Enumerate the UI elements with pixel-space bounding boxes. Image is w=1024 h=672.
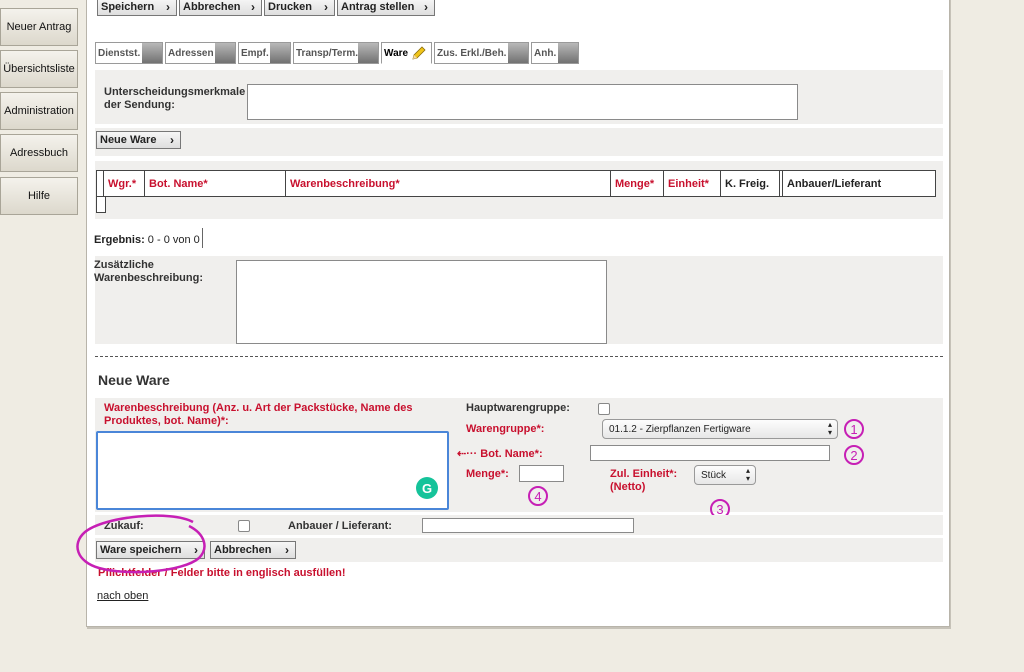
tab-label: Zus. Erkl./Beh. xyxy=(437,47,507,59)
submit-application-button[interactable]: Antrag stellen › xyxy=(337,0,435,16)
result-label: Ergebnis: xyxy=(94,234,145,246)
submit-application-button-label: Antrag stellen xyxy=(341,1,415,13)
chevron-right-icon: › xyxy=(170,133,174,147)
grower-input[interactable] xyxy=(422,518,634,533)
main-group-checkbox[interactable] xyxy=(598,403,610,415)
annotation-ellipse xyxy=(76,514,206,574)
sidebar-item-help[interactable]: Hilfe xyxy=(0,177,78,215)
tab-label: Dienstst. xyxy=(98,47,141,59)
col-header-wgr: Wgr.* xyxy=(103,170,145,197)
cancel-item-button[interactable]: Abbrechen › xyxy=(210,541,296,559)
chevron-right-icon: › xyxy=(324,0,328,14)
annotation-circle-4: 4 xyxy=(528,486,548,506)
chevron-right-icon: › xyxy=(285,543,289,557)
grower-label: Anbauer / Lieferant: xyxy=(288,520,392,532)
tab-status-indicator xyxy=(358,43,378,63)
tab-label: Transp/Term. xyxy=(296,47,359,59)
annotation-circle-2: 2 xyxy=(844,445,864,465)
unit-label: Zul. Einheit*: xyxy=(610,468,678,480)
pencil-icon xyxy=(412,46,426,60)
save-button-label: Speichern xyxy=(101,1,155,13)
col-header-grower: Anbauer/Lieferant xyxy=(782,170,936,197)
group-label: Warengruppe*: xyxy=(466,423,545,435)
grammarly-icon[interactable]: G xyxy=(416,477,438,499)
bot-name-input[interactable] xyxy=(590,445,830,461)
extra-description-label: Zusätzliche Warenbeschreibung: xyxy=(94,259,203,284)
updown-arrows-icon: ▴ ▾ xyxy=(745,466,750,483)
extra-description-input[interactable] xyxy=(236,260,607,344)
tab-anh[interactable]: Anh. xyxy=(531,42,579,64)
section-divider xyxy=(95,356,943,357)
col-header-bot-name: Bot. Name* xyxy=(144,170,286,197)
col-header-unit: Einheit* xyxy=(663,170,721,197)
grammarly-icon-glyph: G xyxy=(421,480,433,496)
bot-name-row: ⇠··· Bot. Name*: xyxy=(457,447,543,460)
cancel-button[interactable]: Abbrechen › xyxy=(179,0,262,16)
bot-name-label: Bot. Name*: xyxy=(480,448,543,460)
tab-status-indicator xyxy=(142,43,162,63)
shipment-features-input[interactable] xyxy=(247,84,798,120)
form-heading: Neue Ware xyxy=(98,372,170,388)
tab-label: Empf. xyxy=(241,47,269,59)
item-description-label: Warenbeschreibung (Anz. u. Art der Packs… xyxy=(104,402,413,427)
tab-dienststelle[interactable]: Dienstst. xyxy=(95,42,163,64)
tab-ware[interactable]: Ware xyxy=(381,42,432,64)
unit-select-value: Stück xyxy=(701,469,727,481)
quantity-label: Menge*: xyxy=(466,468,509,480)
shipment-features-label: Unterscheidungsmerkmale der Sendung: xyxy=(104,86,246,111)
group-select-value: 01.1.2 - Zierpflanzen Fertigware xyxy=(609,423,751,435)
new-item-button[interactable]: Neue Ware › xyxy=(96,131,181,149)
table-row-stub xyxy=(96,197,106,213)
save-button[interactable]: Speichern › xyxy=(97,0,177,16)
unit-sublabel: (Netto) xyxy=(610,481,646,493)
tab-label: Adressen xyxy=(168,47,214,59)
purchase-checkbox[interactable] xyxy=(238,520,250,532)
tab-zus-erkl-beh[interactable]: Zus. Erkl./Beh. xyxy=(434,42,529,64)
result-value: 0 - 0 von 0 xyxy=(147,234,200,246)
item-description-input[interactable]: G xyxy=(96,431,449,510)
cancel-button-label: Abbrechen xyxy=(183,1,241,13)
tab-status-indicator xyxy=(270,43,290,63)
quantity-input[interactable] xyxy=(519,465,564,482)
sidebar-item-administration[interactable]: Administration xyxy=(0,92,78,130)
annotation-circle-1: 1 xyxy=(844,419,864,439)
tab-empf[interactable]: Empf. xyxy=(238,42,291,64)
new-item-button-label: Neue Ware xyxy=(100,134,157,146)
items-table: Wgr.* Bot. Name* Warenbeschreibung* Meng… xyxy=(96,170,936,197)
group-select[interactable]: 01.1.2 - Zierpflanzen Fertigware ▴ ▾ xyxy=(602,419,838,439)
back-to-top-link[interactable]: nach oben xyxy=(97,590,148,602)
print-button-label: Drucken xyxy=(268,1,313,13)
col-header-description: Warenbeschreibung* xyxy=(285,170,611,197)
dotted-arrow-icon: ⇠··· xyxy=(457,448,478,460)
tab-label: Anh. xyxy=(534,47,557,59)
tab-label: Ware xyxy=(384,47,409,59)
sidebar-item-address-book[interactable]: Adressbuch xyxy=(0,134,78,172)
print-button[interactable]: Drucken › xyxy=(264,0,335,16)
col-header-quantity: Menge* xyxy=(610,170,664,197)
main-panel: Speichern › Abbrechen › Drucken › Antrag st… xyxy=(76,0,950,627)
updown-arrows-icon: ▴ ▾ xyxy=(827,420,832,437)
cancel-item-button-label: Abbrechen xyxy=(214,544,272,556)
tab-transp-term[interactable]: Transp/Term. xyxy=(293,42,379,64)
result-divider xyxy=(202,228,203,248)
sidebar-item-new-application[interactable]: Neuer Antrag xyxy=(0,8,78,46)
main-group-label: Hauptwarengruppe: xyxy=(466,402,570,414)
result-count: Ergebnis: 0 - 0 von 0 xyxy=(94,234,200,246)
tab-status-indicator xyxy=(558,43,578,63)
chevron-right-icon: › xyxy=(166,0,170,14)
chevron-right-icon: › xyxy=(251,0,255,14)
tab-status-indicator xyxy=(215,43,235,63)
chevron-right-icon: › xyxy=(424,0,428,14)
col-header-k-freig: K. Freig. xyxy=(720,170,780,197)
sidebar-item-overview[interactable]: Übersichtsliste xyxy=(0,50,78,88)
unit-select[interactable]: Stück ▴ ▾ xyxy=(694,465,756,485)
tab-status-indicator xyxy=(508,43,528,63)
new-item-bar xyxy=(95,128,943,156)
tab-adressen[interactable]: Adressen xyxy=(165,42,236,64)
